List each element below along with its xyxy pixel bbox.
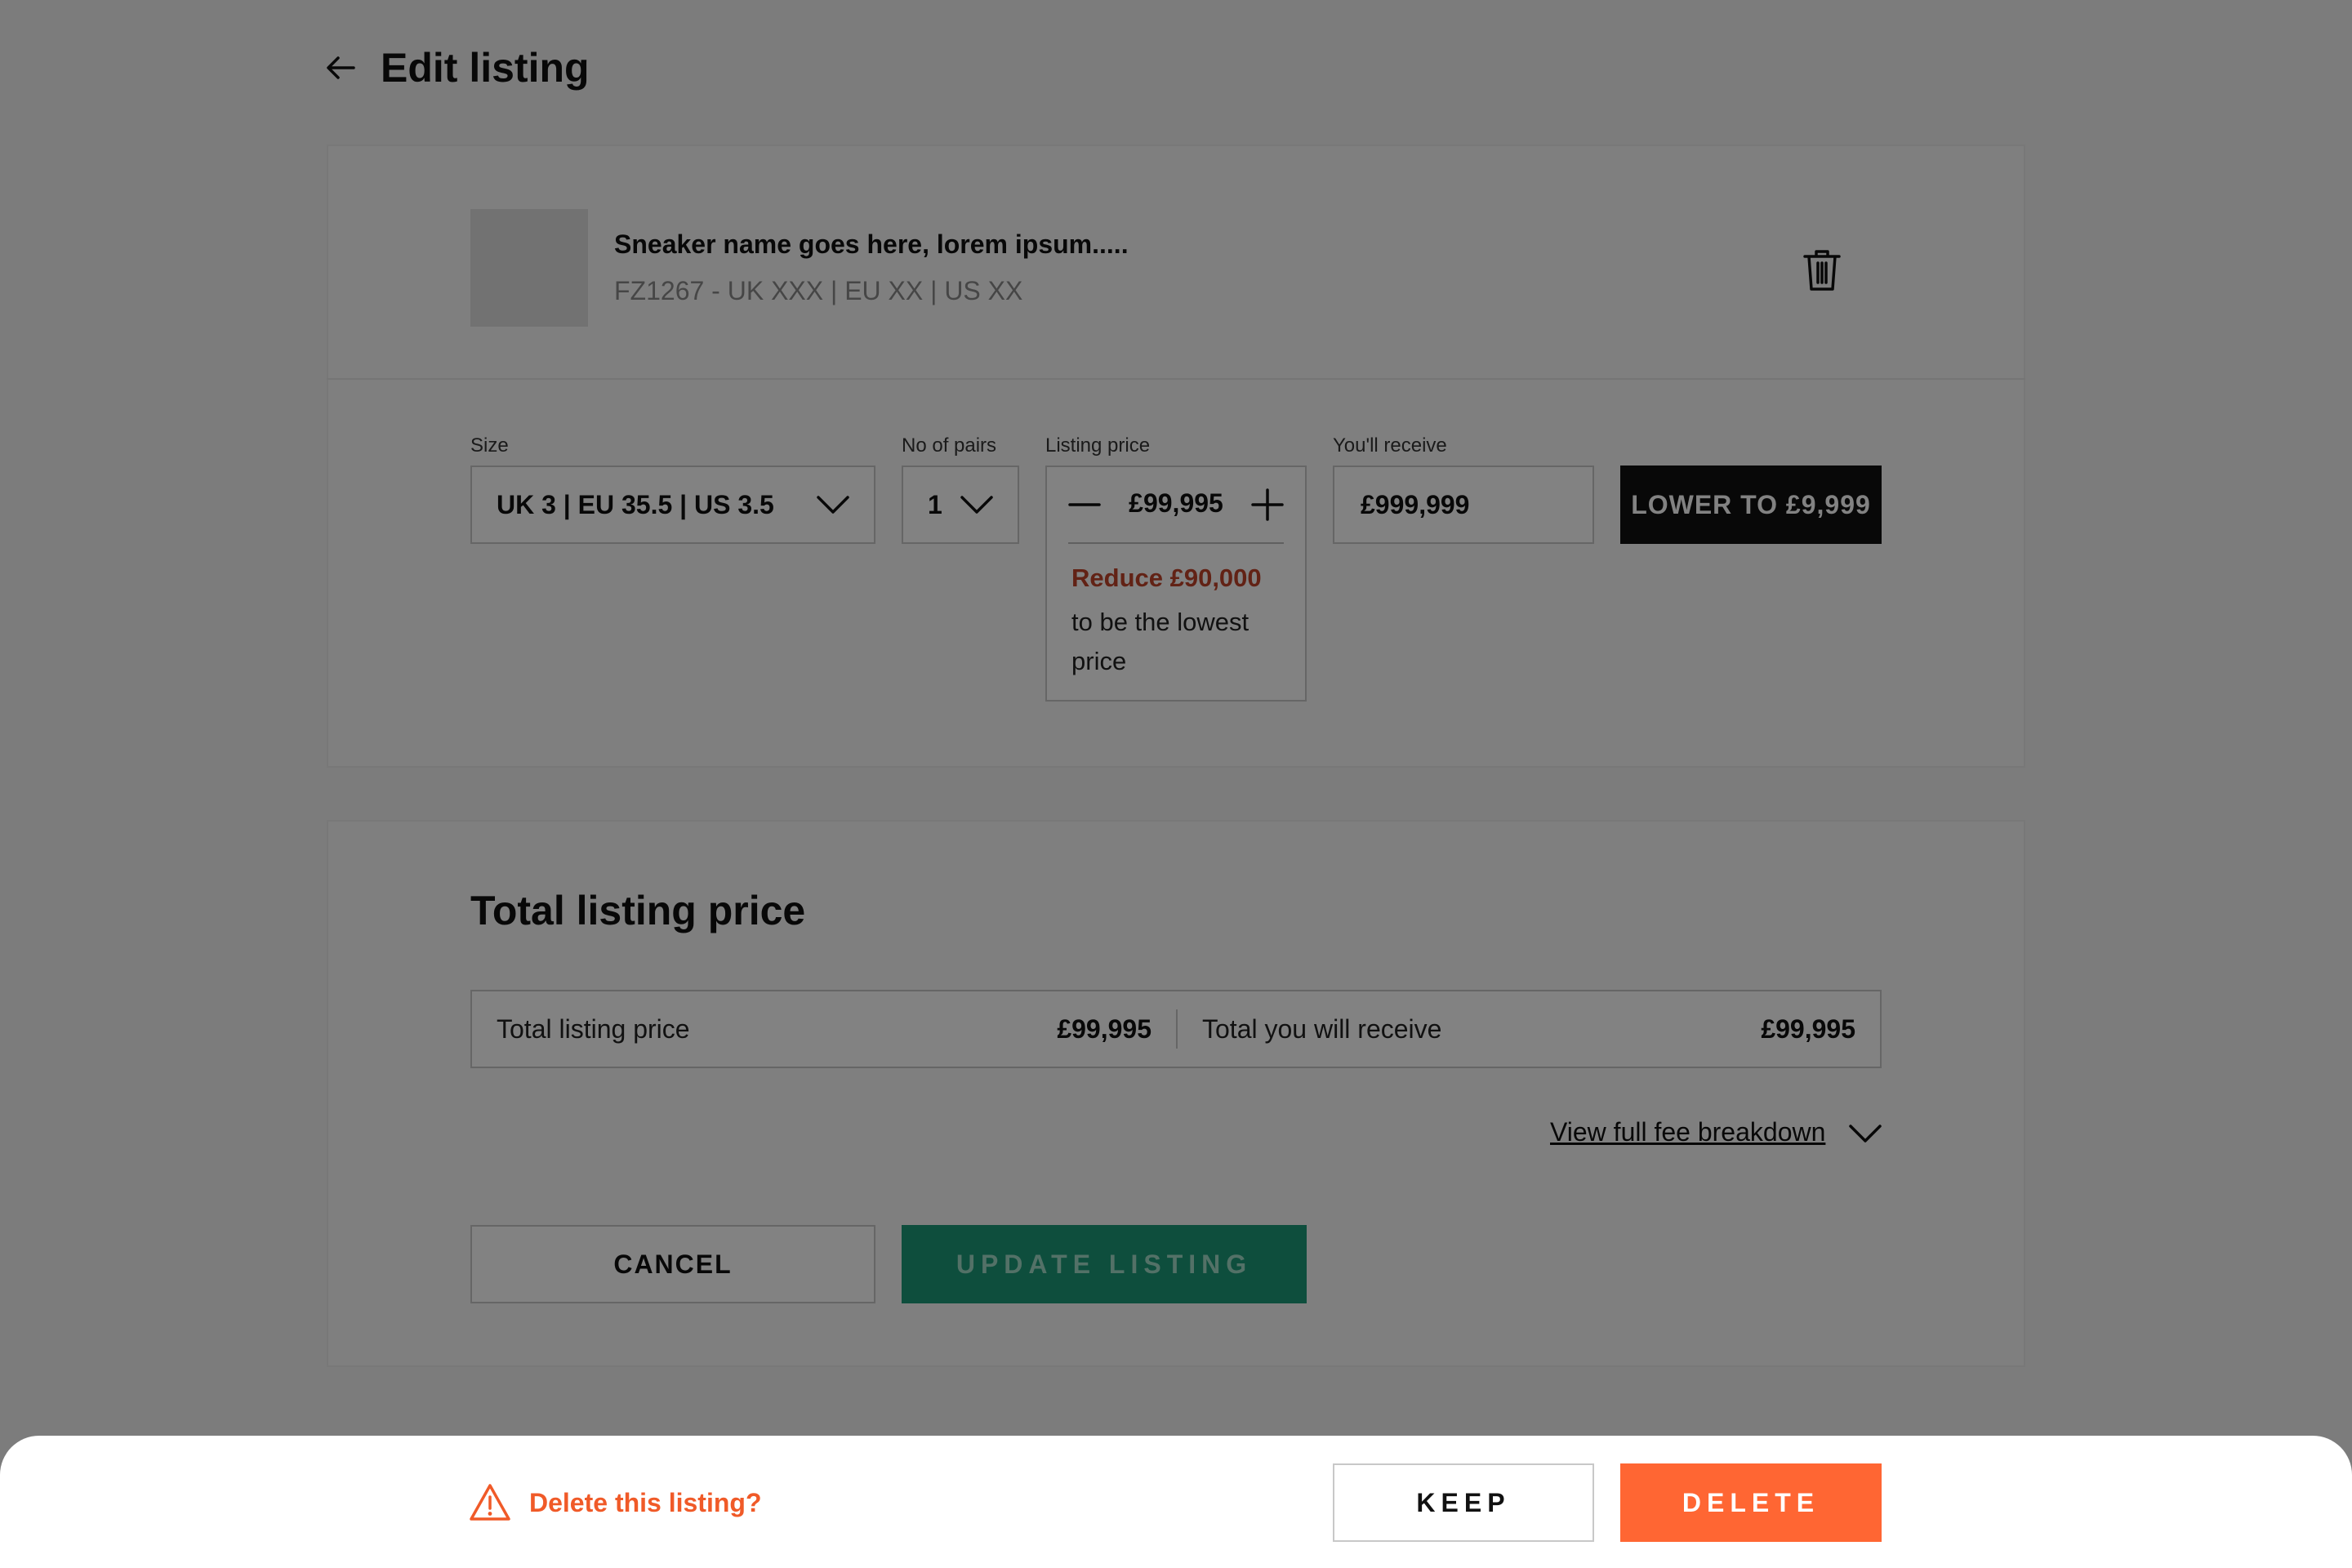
modal-backdrop[interactable]: [0, 0, 2352, 1568]
delete-confirmation-text: Delete this listing?: [529, 1488, 762, 1517]
warning-triangle-icon: [470, 1484, 510, 1521]
confirm-delete-button[interactable]: DELETE: [1620, 1463, 1882, 1542]
delete-confirmation-sheet: [0, 1436, 2352, 1568]
keep-button[interactable]: KEEP: [1333, 1463, 1594, 1542]
